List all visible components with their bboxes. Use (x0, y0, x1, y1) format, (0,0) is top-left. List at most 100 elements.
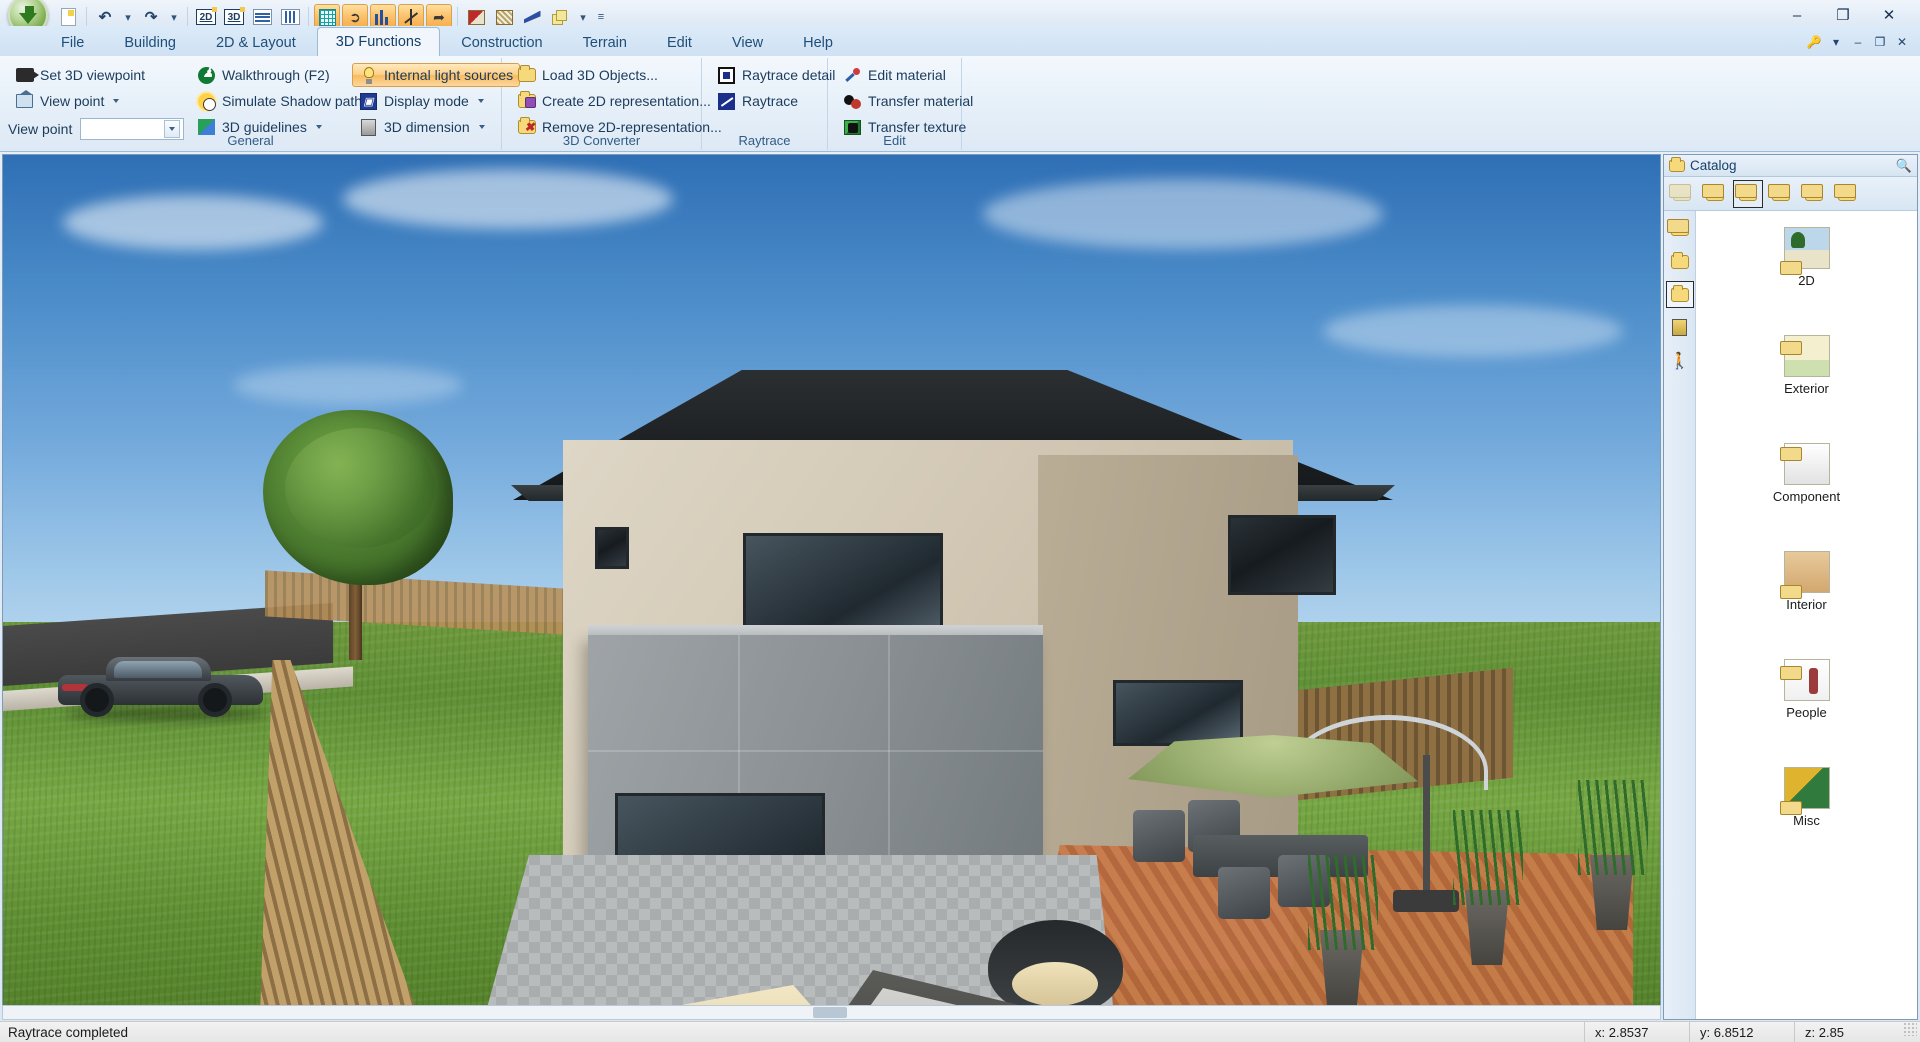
people-thumbnail-icon (1779, 659, 1830, 701)
catalog-tab-building[interactable] (1700, 180, 1730, 208)
chevron-down-icon (113, 99, 120, 103)
catalog-item-people[interactable]: People (1696, 649, 1917, 757)
catalog-side-symbols[interactable] (1666, 215, 1694, 242)
tab-3d-functions[interactable]: 3D Functions (316, 27, 441, 56)
view-point-dropdown-button[interactable]: View point (8, 89, 184, 113)
set-3d-viewpoint-button[interactable]: Set 3D viewpoint (8, 63, 184, 87)
transfer-material-button[interactable]: Transfer material (836, 89, 980, 113)
misc-thumbnail-icon (1779, 767, 1830, 815)
planter-foliage (1578, 780, 1648, 875)
parasol-base (1393, 890, 1459, 912)
catalog-side-folder[interactable] (1666, 248, 1694, 275)
catalog-tab-objects[interactable] (1733, 179, 1763, 208)
catalog-tab-up-level[interactable] (1667, 180, 1697, 208)
snap-icon (403, 9, 419, 25)
catalog-item-list[interactable]: 2D Exterior Component Interior People Mi… (1696, 211, 1917, 1019)
edit-material-button[interactable]: Edit material (836, 63, 980, 87)
catalog-item-2d[interactable]: 2D (1696, 217, 1917, 325)
component-thumbnail-icon (1779, 443, 1830, 485)
ribbon-minimize-button[interactable]: – (1848, 32, 1868, 52)
planter-foliage (1453, 810, 1523, 905)
tab-edit[interactable]: Edit (648, 28, 711, 56)
resize-grip[interactable] (1903, 1021, 1917, 1036)
egg-lounge-chair (988, 920, 1123, 1015)
cloud (1323, 305, 1623, 357)
ribbon-restore-button[interactable]: ❐ (1870, 32, 1890, 52)
walk-icon (197, 65, 216, 85)
3d-render-viewport[interactable] (2, 154, 1661, 1020)
pin-icon[interactable]: 🔍 (1896, 158, 1912, 174)
catalog-tab-symbols[interactable] (1832, 180, 1862, 208)
status-bar: Raytrace completed x: 2.8537 y: 6.8512 z… (0, 1021, 1920, 1042)
catalog-item-label: Component (1772, 489, 1841, 504)
copies-icon (552, 9, 568, 25)
maximize-button[interactable]: ❐ (1820, 2, 1866, 29)
tab-2d-layout[interactable]: 2D & Layout (197, 28, 315, 56)
tab-building[interactable]: Building (105, 28, 195, 56)
internal-light-sources-toggle[interactable]: Internal light sources (352, 63, 521, 87)
tab-view[interactable]: View (713, 28, 782, 56)
orb-arrow-icon (19, 12, 37, 24)
objects-folder-icon (1735, 183, 1757, 201)
raytrace-button[interactable]: Raytrace (710, 89, 842, 113)
close-button[interactable]: ✕ (1866, 2, 1912, 29)
viewport-horizontal-scrollbar[interactable] (2, 1005, 1661, 1020)
vertical-split-icon (280, 9, 300, 25)
qat-separator (457, 7, 458, 27)
ribbon-group-label-edit: Edit (883, 133, 906, 148)
set-3d-viewpoint-label: Set 3D viewpoint (40, 67, 146, 83)
tab-file[interactable]: File (42, 28, 103, 56)
hatch-corner-icon (495, 9, 513, 25)
load-3d-objects-button[interactable]: Load 3D Objects... (510, 63, 729, 87)
ribbon-close-button[interactable]: ✕ (1892, 32, 1912, 52)
catalog-side-objects[interactable] (1665, 281, 1694, 308)
wedge-icon (523, 10, 541, 24)
raytrace-detail-icon (717, 66, 736, 85)
undo-icon: ↶ (98, 9, 112, 26)
catalog-tab-materials[interactable] (1799, 180, 1829, 208)
catalog-item-label: 2D (1798, 273, 1815, 288)
key-icon[interactable]: 🔑 (1804, 32, 1824, 52)
scrollbar-thumb[interactable] (813, 1007, 847, 1018)
tab-terrain[interactable]: Terrain (564, 28, 646, 56)
catalog-item-misc[interactable]: Misc (1696, 757, 1917, 865)
folder-side-icon (1670, 251, 1689, 269)
grid-icon (318, 8, 336, 26)
planter-foliage (1308, 855, 1378, 950)
catalog-tab-bar (1664, 177, 1917, 211)
load-3d-objects-label: Load 3D Objects... (542, 67, 658, 83)
ribbon-right-controls: 🔑 ▾ – ❐ ✕ (1804, 32, 1912, 52)
ribbon-tab-strip: File Building 2D & Layout 3D Functions C… (0, 26, 1920, 57)
qat-overflow-button[interactable]: ≡ (592, 6, 610, 28)
catalog-item-component[interactable]: Component (1696, 433, 1917, 541)
tab-construction[interactable]: Construction (442, 28, 561, 56)
coordinate-y: y: 6.8512 (1689, 1021, 1794, 1042)
catalog-body: 🚶 2D Exterior Component Interior People … (1664, 211, 1917, 1019)
catalog-item-exterior[interactable]: Exterior (1696, 325, 1917, 433)
tab-help[interactable]: Help (784, 28, 852, 56)
catalog-item-label: People (1786, 705, 1827, 720)
help-caret-icon[interactable]: ▾ (1826, 32, 1846, 52)
catalog-tab-textures[interactable] (1766, 180, 1796, 208)
catalog-side-textures[interactable] (1666, 314, 1694, 341)
catalog-side-people[interactable]: 🚶 (1666, 347, 1694, 374)
undo-caret-icon[interactable]: ▾ (119, 6, 137, 28)
catalog-item-interior[interactable]: Interior (1696, 541, 1917, 649)
lightbulb-icon (359, 66, 378, 85)
display-mode-button[interactable]: ▣ Display mode (352, 89, 520, 113)
copies-caret-icon[interactable]: ▾ (574, 6, 592, 28)
symbols-side-icon (1666, 218, 1689, 236)
minimize-button[interactable]: – (1774, 2, 1820, 29)
cloud (983, 179, 1383, 249)
redo-caret-icon[interactable]: ▾ (165, 6, 183, 28)
folder-icon (1669, 156, 1685, 172)
bars-icon (375, 9, 391, 25)
window-side-lower (1113, 680, 1243, 746)
raytrace-detail-button[interactable]: Raytrace detail (710, 63, 842, 87)
chevron-down-icon (478, 125, 485, 129)
create-2d-representation-button[interactable]: Create 2D representation... (510, 89, 729, 113)
status-message: Raytrace completed (8, 1024, 129, 1040)
create-2d-representation-label: Create 2D representation... (542, 93, 711, 109)
people-side-icon: 🚶 (1669, 352, 1690, 370)
transfer-material-label: Transfer material (868, 93, 974, 109)
